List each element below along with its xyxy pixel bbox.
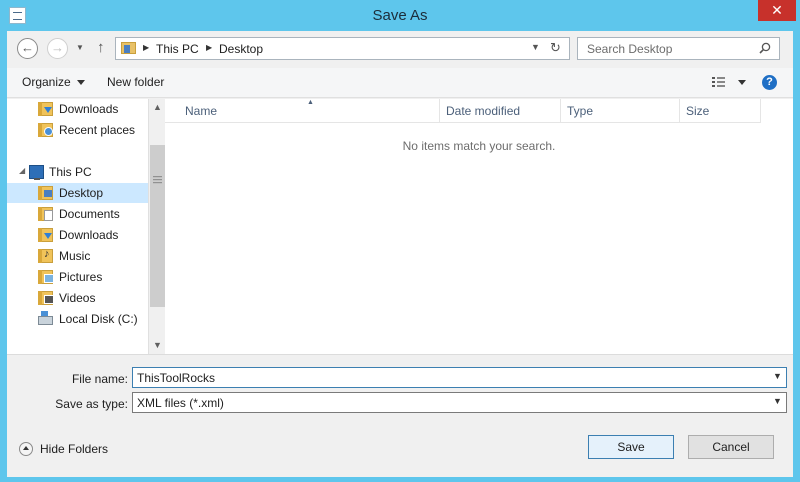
search-placeholder[interactable]: Search Desktop — [587, 42, 672, 56]
organize-chevron-down-icon[interactable] — [77, 80, 85, 85]
back-button[interactable]: ← — [17, 38, 38, 59]
column-label: Type — [567, 104, 594, 118]
computer-icon — [29, 165, 44, 180]
search-box[interactable]: Search Desktop — [577, 37, 780, 60]
up-button[interactable]: ↑ — [97, 39, 111, 57]
save-type-value: XML files (*.xml) — [137, 396, 224, 410]
nav-item-pictures[interactable]: Pictures — [7, 267, 148, 287]
nav-item-label: Downloads — [59, 228, 119, 242]
save-form: File name: ▼ Save as type: XML files (*.… — [7, 354, 793, 477]
nav-item-desktop[interactable]: Desktop — [7, 183, 148, 203]
close-button[interactable]: ✕ — [758, 0, 796, 21]
nav-item-label: This PC — [49, 165, 92, 179]
nav-item-label: Documents — [59, 207, 120, 221]
pictures-folder-icon — [38, 270, 54, 284]
nav-item-downloads[interactable]: Downloads — [7, 99, 148, 119]
folder-icon — [121, 42, 136, 54]
recent-locations-chevron-icon[interactable]: ▼ — [76, 40, 86, 56]
nav-item-label: Music — [59, 249, 91, 263]
nav-item-local-disk[interactable]: Local Disk (C:) — [7, 309, 148, 329]
address-bar[interactable]: ▶ This PC ▶ Desktop ▼ ↻ — [115, 37, 570, 60]
breadcrumb-separator-icon[interactable]: ▶ — [143, 43, 149, 52]
column-header-type[interactable]: Type — [561, 99, 680, 123]
collapse-chevron-icon[interactable]: ◢ — [19, 166, 25, 175]
save-type-select[interactable]: XML files (*.xml) ▼ — [132, 392, 787, 413]
cancel-button[interactable]: Cancel — [688, 435, 774, 459]
nav-item-documents[interactable]: Documents — [7, 204, 148, 224]
nav-item-label: Recent places — [59, 123, 136, 137]
breadcrumb-desktop[interactable]: Desktop — [219, 42, 263, 56]
save-type-label: Save as type: — [55, 397, 128, 411]
breadcrumb-separator-icon[interactable]: ▶ — [206, 43, 212, 52]
save-button[interactable]: Save — [588, 435, 674, 459]
column-header-name[interactable]: Name ▲ — [165, 99, 440, 123]
navigation-pane: Downloads Recent places ◢ This PC Deskto… — [7, 99, 165, 354]
file-name-input[interactable] — [137, 370, 757, 385]
scroll-up-icon[interactable]: ▲ — [150, 100, 165, 115]
collapse-icon — [19, 442, 33, 456]
file-name-label: File name: — [71, 372, 128, 386]
window-title: Save As — [372, 7, 428, 24]
column-label: Name — [185, 104, 218, 118]
nav-item-label: Downloads — [59, 102, 119, 116]
videos-folder-icon — [38, 291, 54, 305]
empty-list-message: No items match your search. — [402, 139, 556, 153]
hide-folders-label: Hide Folders — [40, 442, 109, 456]
title-bar: Save As ✕ — [0, 0, 800, 31]
nav-item-label: Desktop — [59, 186, 104, 200]
downloads-folder-icon — [38, 102, 53, 116]
nav-scrollbar[interactable]: ▲ ― ― ― ▼ — [148, 99, 165, 354]
nav-item-label: Local Disk (C:) — [59, 312, 138, 326]
scroll-grip-icon: ― ― ― — [153, 171, 162, 187]
new-folder-button[interactable]: New folder — [107, 75, 164, 89]
file-name-chevron-down-icon[interactable]: ▼ — [773, 371, 782, 381]
nav-item-label: Pictures — [59, 270, 103, 284]
column-header-date-modified[interactable]: Date modified — [440, 99, 561, 123]
scroll-thumb[interactable] — [150, 145, 165, 307]
file-list[interactable]: Name ▲ Date modified Type Size No items … — [165, 99, 793, 354]
recent-places-icon — [38, 123, 53, 137]
search-icon[interactable] — [759, 42, 771, 54]
organize-button[interactable]: Organize — [22, 75, 71, 89]
column-label: Date modified — [446, 104, 521, 118]
music-folder-icon — [38, 248, 53, 263]
command-toolbar: Organize New folder ? — [7, 68, 793, 98]
nav-item-label: Videos — [59, 291, 96, 305]
dialog-body: ← → ▼ ↑ ▶ This PC ▶ Desktop ▼ ↻ Search D… — [7, 31, 793, 477]
save-type-chevron-down-icon[interactable]: ▼ — [773, 396, 782, 406]
drive-icon — [38, 311, 53, 325]
downloads-folder-icon — [38, 228, 53, 242]
forward-button[interactable]: → — [47, 38, 68, 59]
view-options-chevron-down-icon[interactable] — [738, 80, 746, 85]
scroll-down-icon[interactable]: ▼ — [150, 338, 165, 353]
refresh-icon[interactable]: ↻ — [550, 40, 561, 56]
help-icon[interactable]: ? — [762, 75, 777, 90]
desktop-folder-icon — [38, 186, 53, 200]
column-label: Size — [686, 104, 710, 118]
breadcrumb-this-pc[interactable]: This PC — [156, 42, 199, 56]
details-view-icon[interactable] — [712, 77, 725, 88]
nav-item-recent-places[interactable]: Recent places — [7, 120, 148, 140]
column-header-size[interactable]: Size — [680, 99, 761, 123]
documents-folder-icon — [38, 207, 53, 221]
nav-item-this-pc[interactable]: ◢ This PC — [7, 162, 148, 182]
address-dropdown-chevron-icon[interactable]: ▼ — [531, 42, 540, 52]
file-name-field[interactable]: ▼ — [132, 367, 787, 388]
nav-item-music[interactable]: Music — [7, 246, 148, 266]
sort-ascending-icon: ▲ — [307, 99, 314, 106]
nav-item-downloads[interactable]: Downloads — [7, 225, 148, 245]
nav-item-videos[interactable]: Videos — [7, 288, 148, 308]
